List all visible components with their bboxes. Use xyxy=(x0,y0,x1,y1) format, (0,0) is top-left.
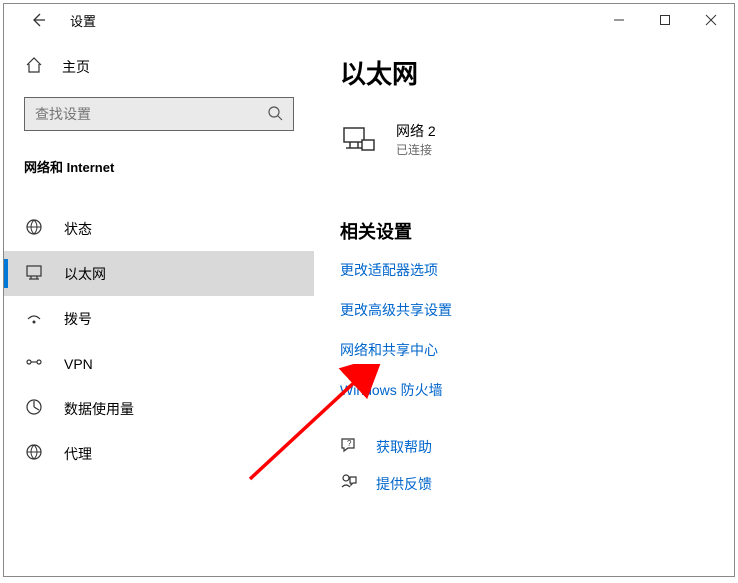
nav-label: 数据使用量 xyxy=(64,399,134,419)
nav-item-datausage[interactable]: 数据使用量 xyxy=(4,386,314,431)
nav-label: 以太网 xyxy=(64,264,106,284)
network-name: 网络 2 xyxy=(396,121,436,141)
status-icon xyxy=(24,218,44,239)
network-info: 网络 2 已连接 xyxy=(396,121,436,158)
dialup-icon xyxy=(24,308,44,329)
search-icon xyxy=(267,105,283,124)
sidebar: 主页 网络和 Internet 状态 以太网 xyxy=(4,4,314,576)
datausage-icon xyxy=(24,398,44,419)
help-link-label: 获取帮助 xyxy=(376,437,432,457)
network-icon xyxy=(340,122,376,158)
link-advanced-sharing[interactable]: 更改高级共享设置 xyxy=(340,300,708,320)
home-nav[interactable]: 主页 xyxy=(4,46,314,87)
help-row-feedback[interactable]: 提供反馈 xyxy=(340,473,708,494)
nav-label: 代理 xyxy=(64,444,92,464)
settings-window: 设置 主页 网络和 Internet xyxy=(3,3,735,577)
link-windows-firewall[interactable]: Windows 防火墙 xyxy=(340,380,708,400)
nav-label: VPN xyxy=(64,356,93,372)
nav-label: 拨号 xyxy=(64,309,92,329)
svg-text:?: ? xyxy=(347,439,352,448)
content-panel: 以太网 网络 2 已连接 相关设置 更改适配器选项 更改高级共享设置 网络和共享… xyxy=(314,4,734,576)
back-button[interactable] xyxy=(26,8,50,32)
category-label: 网络和 Internet xyxy=(4,141,314,186)
nav-item-status[interactable]: 状态 xyxy=(4,206,314,251)
link-network-sharing-center[interactable]: 网络和共享中心 xyxy=(340,340,708,360)
search-box[interactable] xyxy=(24,97,294,131)
help-section: ? 获取帮助 提供反馈 xyxy=(340,436,708,494)
home-icon xyxy=(24,56,44,77)
window-title: 设置 xyxy=(70,11,96,30)
nav-label: 状态 xyxy=(64,219,92,239)
help-row-get-help[interactable]: ? 获取帮助 xyxy=(340,436,708,457)
vpn-icon xyxy=(24,353,44,374)
network-entry[interactable]: 网络 2 已连接 xyxy=(340,121,708,158)
nav-item-vpn[interactable]: VPN xyxy=(4,341,314,386)
feedback-icon xyxy=(340,473,360,494)
link-adapter-options[interactable]: 更改适配器选项 xyxy=(340,260,708,280)
nav-item-dialup[interactable]: 拨号 xyxy=(4,296,314,341)
nav-item-proxy[interactable]: 代理 xyxy=(4,431,314,476)
network-status: 已连接 xyxy=(396,141,436,158)
search-input[interactable] xyxy=(35,106,255,122)
ethernet-icon xyxy=(24,263,44,284)
feedback-link-label: 提供反馈 xyxy=(376,474,432,494)
help-icon: ? xyxy=(340,436,360,457)
proxy-icon xyxy=(24,443,44,464)
related-section-title: 相关设置 xyxy=(340,218,708,244)
nav-list: 状态 以太网 拨号 VPN xyxy=(4,206,314,476)
home-label: 主页 xyxy=(62,57,90,77)
nav-item-ethernet[interactable]: 以太网 xyxy=(4,251,314,296)
page-title: 以太网 xyxy=(340,54,708,91)
